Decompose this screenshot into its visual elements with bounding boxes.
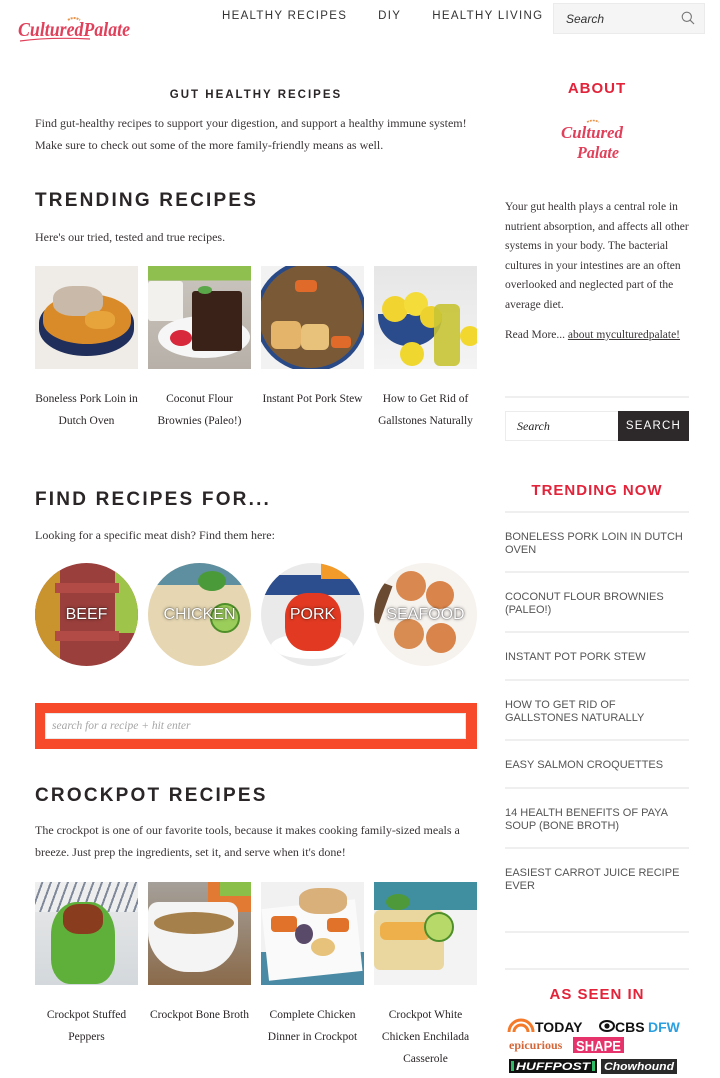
divider bbox=[505, 968, 689, 970]
trending-item[interactable]: 14 HEALTH BENEFITS OF PAYA SOUP (BONE BR… bbox=[505, 807, 689, 832]
cultured-palate-logo-icon: CulturedPalate bbox=[18, 17, 130, 42]
cultured-palate-logo-icon: Cultured Palate bbox=[561, 119, 623, 162]
trending-item[interactable]: INSTANT POT PORK STEW bbox=[505, 651, 689, 664]
press-logos: TODAY CBS DFW epicurious SHAPE HUFFPOST … bbox=[505, 1015, 689, 1075]
today-logo-icon: TODAY bbox=[507, 1018, 583, 1035]
about-logo: Cultured Palate bbox=[557, 118, 637, 166]
cbs-logo-icon: CBS DFW bbox=[599, 1019, 681, 1035]
nav-healthy-recipes[interactable]: HEALTHY RECIPES bbox=[222, 10, 347, 22]
divider bbox=[505, 847, 689, 849]
press-dfw: DFW bbox=[648, 1019, 681, 1035]
crockpot-recipes-grid: Crockpot Stuffed Peppers Crockpot Bone B… bbox=[35, 882, 477, 1070]
main-nav: HEALTHY RECIPES DIY HEALTHY LIVING bbox=[222, 10, 574, 22]
recipe-card[interactable]: Crockpot Stuffed Peppers bbox=[35, 882, 138, 1070]
recipe-title[interactable]: Coconut Flour Brownies (Paleo!) bbox=[148, 388, 251, 432]
recipe-title[interactable]: Crockpot White Chicken Enchilada Cassero… bbox=[374, 1004, 477, 1070]
divider bbox=[505, 631, 689, 633]
category-pork[interactable]: PORK bbox=[261, 563, 364, 666]
recipe-image-brownies[interactable] bbox=[148, 266, 251, 369]
recipe-card[interactable]: Crockpot Bone Broth bbox=[148, 882, 251, 1070]
sidebar-search: SEARCH bbox=[505, 411, 689, 441]
recipe-image-stuffed-peppers[interactable] bbox=[35, 882, 138, 985]
recipe-card[interactable]: How to Get Rid of Gallstones Naturally bbox=[374, 266, 477, 432]
find-recipes-subtitle: Looking for a specific meat dish? Find t… bbox=[35, 528, 275, 542]
site-logo[interactable]: CulturedPalate bbox=[16, 12, 134, 48]
trending-item[interactable]: COCONUT FLOUR BROWNIES (PALEO!) bbox=[505, 591, 689, 616]
recipe-card[interactable]: Boneless Pork Loin in Dutch Oven bbox=[35, 266, 138, 432]
recipe-image-pork-stew[interactable] bbox=[261, 266, 364, 369]
read-more: Read More... about myculturedpalate! bbox=[505, 325, 689, 345]
press-chowhound: Chowhound bbox=[604, 1061, 674, 1073]
trending-item[interactable]: BONELESS PORK LOIN IN DUTCH OVEN bbox=[505, 531, 689, 556]
recipe-title[interactable]: How to Get Rid of Gallstones Naturally bbox=[374, 388, 477, 432]
as-seen-in-title: AS SEEN IN bbox=[549, 986, 645, 1003]
category-label: BEEF bbox=[65, 605, 108, 623]
about-link[interactable]: about myculturedpalate! bbox=[568, 329, 680, 341]
header-search-input[interactable] bbox=[554, 4, 674, 33]
recipe-image-enchilada-casserole[interactable] bbox=[374, 882, 477, 985]
trending-item[interactable]: HOW TO GET RID OF GALLSTONES NATURALLY bbox=[505, 699, 689, 724]
recipe-title[interactable]: Crockpot Stuffed Peppers bbox=[35, 1004, 138, 1048]
page-title: GUT HEALTHY RECIPES bbox=[169, 89, 343, 101]
read-more-prefix: Read More... bbox=[505, 329, 566, 341]
about-title: ABOUT bbox=[567, 80, 627, 97]
divider bbox=[505, 511, 689, 513]
recipe-image-gallstones[interactable] bbox=[374, 266, 477, 369]
trending-recipes-grid: Boneless Pork Loin in Dutch Oven Coconut… bbox=[35, 266, 477, 432]
find-recipes-title: FIND RECIPES FOR... bbox=[35, 489, 272, 510]
recipe-search-input[interactable] bbox=[45, 713, 466, 739]
category-chicken[interactable]: CHICKEN bbox=[148, 563, 251, 666]
divider bbox=[505, 396, 689, 398]
category-circles: BEEF CHICKEN PORK SEAFOOD bbox=[35, 563, 477, 666]
recipe-search-box bbox=[35, 703, 477, 749]
svg-text:Palate: Palate bbox=[576, 143, 619, 162]
press-logos-graphic: TODAY CBS DFW epicurious SHAPE HUFFPOST … bbox=[507, 1018, 681, 1074]
recipe-image-bone-broth[interactable] bbox=[148, 882, 251, 985]
divider bbox=[505, 787, 689, 789]
divider bbox=[505, 679, 689, 681]
crockpot-recipes-title: CROCKPOT RECIPES bbox=[35, 785, 268, 806]
category-beef[interactable]: BEEF bbox=[35, 563, 138, 666]
divider bbox=[505, 571, 689, 573]
crockpot-recipes-subtitle: The crockpot is one of our favorite tool… bbox=[35, 823, 460, 859]
divider bbox=[505, 739, 689, 741]
recipe-title[interactable]: Boneless Pork Loin in Dutch Oven bbox=[35, 388, 138, 432]
press-today: TODAY bbox=[535, 1019, 583, 1035]
intro-text: Find gut-healthy recipes to support your… bbox=[35, 116, 467, 152]
press-epicurious: epicurious bbox=[509, 1038, 563, 1052]
recipe-image-pork-loin[interactable] bbox=[35, 266, 138, 369]
category-label: CHICKEN bbox=[163, 605, 236, 623]
recipe-title[interactable]: Instant Pot Pork Stew bbox=[261, 388, 364, 410]
divider bbox=[505, 931, 689, 933]
trending-item[interactable]: EASIEST CARROT JUICE RECIPE EVER bbox=[505, 867, 689, 892]
recipe-card[interactable]: Crockpot White Chicken Enchilada Cassero… bbox=[374, 882, 477, 1070]
trending-now-title: TRENDING NOW bbox=[531, 482, 663, 499]
press-cbs: CBS bbox=[615, 1019, 645, 1035]
trending-recipes-subtitle: Here's our tried, tested and true recipe… bbox=[35, 230, 226, 244]
svg-text:CulturedPalate: CulturedPalate bbox=[18, 19, 130, 41]
recipe-title[interactable]: Complete Chicken Dinner in Crockpot bbox=[261, 1004, 364, 1048]
recipe-card[interactable]: Complete Chicken Dinner in Crockpot bbox=[261, 882, 364, 1070]
site-header: CulturedPalate HEALTHY RECIPES DIY HEALT… bbox=[0, 0, 720, 50]
press-huffpost: HUFFPOST bbox=[516, 1061, 592, 1073]
trending-recipes-title: TRENDING RECIPES bbox=[35, 190, 259, 211]
press-shape: SHAPE bbox=[576, 1038, 621, 1055]
recipe-image-chicken-dinner[interactable] bbox=[261, 882, 364, 985]
recipe-title[interactable]: Crockpot Bone Broth bbox=[148, 1004, 251, 1026]
category-label: SEAFOOD bbox=[386, 605, 465, 623]
recipe-card[interactable]: Instant Pot Pork Stew bbox=[261, 266, 364, 432]
sidebar-search-button[interactable]: SEARCH bbox=[618, 411, 689, 441]
category-seafood[interactable]: SEAFOOD bbox=[374, 563, 477, 666]
header-search bbox=[553, 3, 705, 34]
category-label: PORK bbox=[289, 605, 336, 623]
about-text: Your gut health plays a central role in … bbox=[505, 201, 689, 311]
search-icon[interactable] bbox=[681, 11, 695, 25]
trending-item[interactable]: EASY SALMON CROQUETTES bbox=[505, 759, 689, 772]
nav-diy[interactable]: DIY bbox=[378, 10, 401, 22]
svg-text:Cultured: Cultured bbox=[561, 123, 623, 142]
sidebar-search-input[interactable] bbox=[505, 411, 619, 441]
recipe-card[interactable]: Coconut Flour Brownies (Paleo!) bbox=[148, 266, 251, 432]
nav-healthy-living[interactable]: HEALTHY LIVING bbox=[432, 10, 543, 22]
